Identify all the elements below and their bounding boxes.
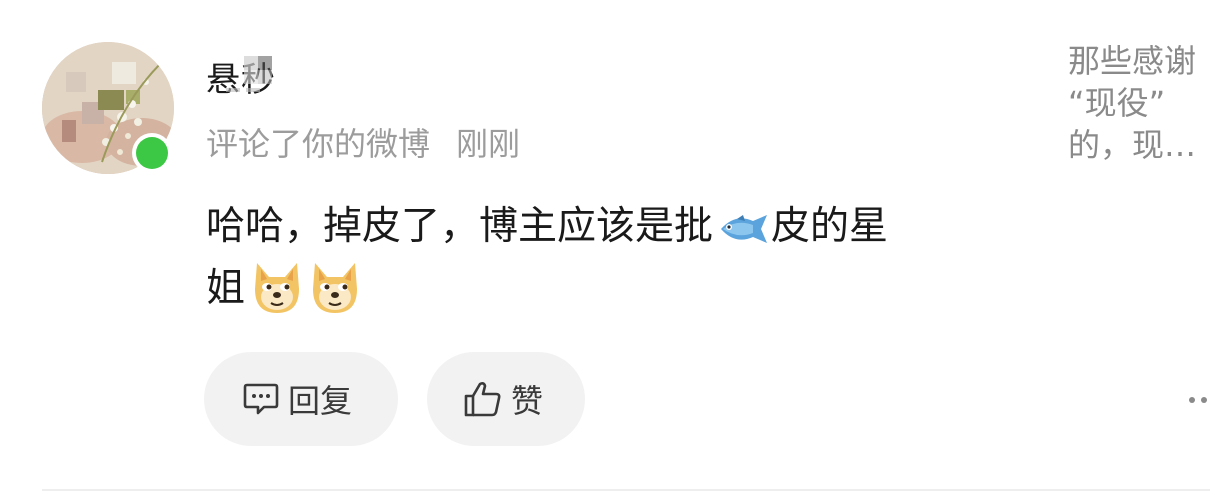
preview-line: 那些感谢 [1068, 42, 1197, 80]
like-label: 赞 [511, 382, 544, 420]
comment-icon [243, 383, 279, 415]
reply-label: 回复 [288, 382, 353, 420]
comment-text-part: 哈哈，掉皮了，博主应该是批 [206, 204, 714, 249]
timestamp: 刚刚 [456, 125, 521, 163]
like-button[interactable]: 赞 [427, 352, 585, 446]
original-post-preview[interactable]: 那些感谢 “现役” 的，现… [1068, 40, 1210, 190]
preview-line: 的，现… [1068, 126, 1197, 164]
doge-icon [313, 263, 358, 313]
action-text: 评论了你的微博 [206, 125, 431, 163]
notification-item[interactable]: 悬秒 评论了你的微博 刚刚 哈哈，掉皮了，博主应该是批 皮的星姐 回复 赞 那些… [0, 0, 1210, 492]
username-mosaic [226, 56, 272, 92]
divider [42, 489, 1210, 491]
comment-text-part: 姐 [206, 266, 246, 311]
comment-text-part: 皮的星 [771, 204, 889, 249]
more-options-icon[interactable] [1188, 393, 1210, 407]
preview-line: “现役” [1068, 84, 1166, 122]
notification-meta: 评论了你的微博 刚刚 [206, 119, 520, 165]
fish-icon [721, 215, 768, 243]
thumbs-up-icon [464, 382, 501, 417]
reply-button[interactable]: 回复 [204, 352, 398, 446]
doge-icon [255, 263, 300, 313]
online-status-dot [132, 133, 172, 173]
comment-text[interactable]: 哈哈，掉皮了，博主应该是批 皮的星姐 [206, 196, 1026, 320]
